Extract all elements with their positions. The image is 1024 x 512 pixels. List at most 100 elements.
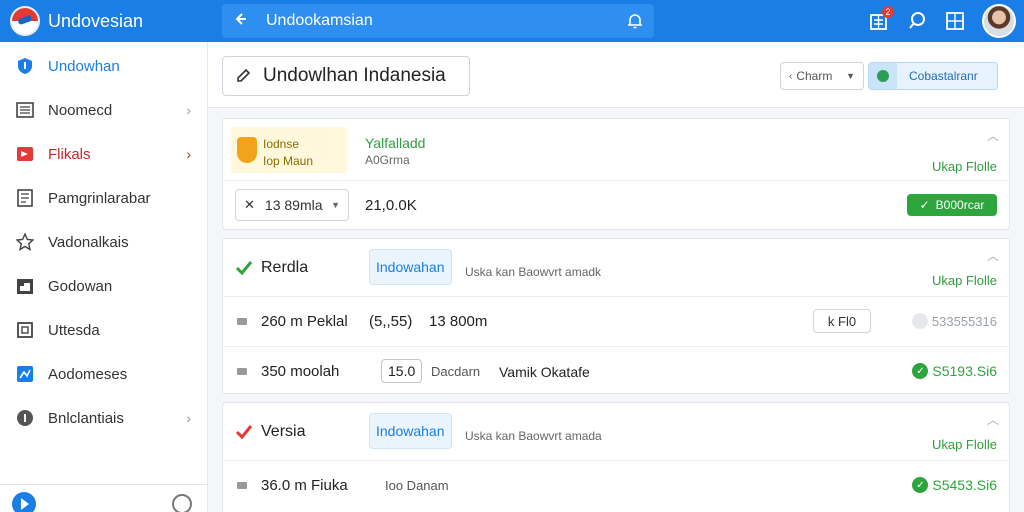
notifications-icon[interactable]: 2 xyxy=(868,6,894,32)
row-bullet-icon xyxy=(237,368,247,375)
brand-logo-icon xyxy=(10,6,40,36)
document-icon xyxy=(16,189,34,207)
help-icon[interactable] xyxy=(172,494,192,512)
calendar-icon xyxy=(16,277,34,295)
badge-box: Iodnse Iop Maun xyxy=(231,127,347,173)
sidebar-item-bnlclantiais[interactable]: Bnlclantiais › xyxy=(0,396,207,440)
row-status-text: 533555316 xyxy=(931,313,997,329)
square-icon xyxy=(16,321,34,339)
status-text: Ukap Flolle xyxy=(931,159,997,174)
play-icon[interactable] xyxy=(12,492,36,512)
select-prefix-icon: ‹ xyxy=(789,70,793,82)
sidebar-item-label: Pamgrinlarabar xyxy=(48,189,151,207)
notification-badge: 2 xyxy=(882,6,894,18)
sidebar-item-label: Vadonalkais xyxy=(48,233,129,251)
card-title: Versia xyxy=(261,423,306,440)
row-boxed-value: 15.0 xyxy=(381,359,423,383)
flag-icon xyxy=(16,145,34,163)
category-pill[interactable]: Indowahan xyxy=(369,413,452,449)
row-extra: Vamik Okatafe xyxy=(499,364,590,380)
row-bullet-icon xyxy=(237,482,247,489)
row-action-button[interactable]: k Fl0 xyxy=(813,309,871,333)
grid-icon[interactable] xyxy=(944,10,966,32)
card-subtext: Uska kan Baowvrt amada xyxy=(465,429,602,443)
bell-icon[interactable] xyxy=(626,12,644,30)
search-bar[interactable]: Undookamsian xyxy=(222,4,654,38)
check-circle-icon xyxy=(912,477,929,493)
confirm-button-label: B000rcar xyxy=(935,198,985,212)
card-row: ✕ 13 89mla ▼ 21,0.0K ✓ B000rcar xyxy=(223,181,1009,231)
row-status-value: 533555316 xyxy=(911,313,997,329)
chevron-right-icon: › xyxy=(186,410,191,426)
card-subtitle: A0Grma xyxy=(365,153,410,167)
chevron-right-icon: › xyxy=(186,146,191,162)
table-row[interactable]: 260 m Peklal (5,,55) 13 800m k Fl0 53355… xyxy=(223,297,1009,347)
sidebar-item-godowan[interactable]: Godowan xyxy=(0,264,207,308)
main-content: Undowlhan Indanesia ‹ Charm ▼ Cobastalra… xyxy=(208,42,1024,512)
row-name: 260 m Peklal xyxy=(261,313,348,330)
confirm-button[interactable]: ✓ B000rcar xyxy=(907,194,997,216)
status-text: Ukap Flolle xyxy=(931,273,997,288)
sidebar-item-aodomeses[interactable]: Aodomeses xyxy=(0,352,207,396)
row-status-value: S5193.Si6 xyxy=(912,363,997,379)
card-header: Iodnse Iop Maun Yalfalladd A0Grma ︿ Ukap… xyxy=(223,119,1009,181)
primary-action-label: Cobastalranr xyxy=(909,69,978,83)
sidebar-item-undowhan[interactable]: Undowhan xyxy=(0,44,207,88)
card-header: Versia Indowahan Uska kan Baowvrt amada … xyxy=(223,403,1009,461)
check-icon xyxy=(235,423,253,441)
back-arrow-icon[interactable] xyxy=(232,11,252,32)
sidebar-item-noomecd[interactable]: Noomecd › xyxy=(0,88,207,132)
row-status-value: S5453.Si6 xyxy=(912,477,997,493)
row-name: 350 moolah xyxy=(261,363,340,380)
filter-select[interactable]: ‹ Charm ▼ xyxy=(780,62,864,90)
sidebar-item-label: Uttesda xyxy=(48,321,100,339)
detail-card: Rerdla Indowahan Uska kan Baowvrt amadk … xyxy=(222,238,1010,394)
row-name: 36.0 m Fiuka xyxy=(261,477,348,494)
sidebar-item-label: Undowhan xyxy=(48,57,120,75)
row-bullet-icon xyxy=(237,318,247,325)
close-icon[interactable]: ✕ xyxy=(244,197,255,213)
image-icon xyxy=(16,365,34,383)
sidebar-item-label: Flikals xyxy=(48,145,91,163)
sidebar-item-pamgrinlarabar[interactable]: Pamgrinlarabar xyxy=(0,176,207,220)
search-icon[interactable] xyxy=(906,10,928,32)
brand[interactable]: Undovesian xyxy=(0,0,208,42)
table-row[interactable]: 350 moolah 15.0 Dacdarn Vamik Okatafe S5… xyxy=(223,347,1009,397)
sidebar-item-label: Bnlclantiais xyxy=(48,409,124,427)
star-icon xyxy=(16,233,34,251)
top-bar: Undovesian Undookamsian 2 xyxy=(0,0,1024,42)
card-title: Rerdla xyxy=(261,259,309,276)
shield-icon xyxy=(16,57,34,75)
page-title-field[interactable]: Undowlhan Indanesia xyxy=(222,56,470,96)
sidebar-item-flikals[interactable]: Flikals › xyxy=(0,132,207,176)
card-subtext: Uska kan Baowvrt amadk xyxy=(465,265,602,279)
summary-card: Iodnse Iop Maun Yalfalladd A0Grma ︿ Ukap… xyxy=(222,118,1010,230)
collapse-chevron-icon[interactable]: ︿ xyxy=(987,411,999,428)
collapse-chevron-icon[interactable]: ︿ xyxy=(987,247,999,264)
sidebar-item-uttesda[interactable]: Uttesda xyxy=(0,308,207,352)
list-icon xyxy=(16,101,34,119)
row-extra: 13 800m xyxy=(429,313,488,330)
table-row[interactable]: 36.0 m Fiuka Ioo Danam S5453.Si6 xyxy=(223,461,1009,511)
top-icons: 2 xyxy=(868,0,1024,42)
card-title: Yalfalladd xyxy=(365,135,426,151)
page-title: Undowlhan Indanesia xyxy=(263,65,446,86)
info-icon xyxy=(16,409,34,427)
caret-down-icon: ▼ xyxy=(331,200,340,210)
user-avatar[interactable] xyxy=(982,4,1016,38)
sidebar: Undowhan Noomecd › Flikals › Pamgrinlara… xyxy=(0,42,208,512)
row-value: (5,,55) xyxy=(369,313,413,330)
quantity-dropdown[interactable]: ✕ 13 89mla ▼ xyxy=(235,189,349,221)
status-text: Ukap Flolle xyxy=(931,437,997,452)
collapse-chevron-icon[interactable]: ︿ xyxy=(987,127,999,144)
badge-shield-icon xyxy=(237,137,257,163)
category-pill[interactable]: Indowahan xyxy=(369,249,452,285)
sidebar-item-vadonalkais[interactable]: Vadonalkais xyxy=(0,220,207,264)
search-title: Undookamsian xyxy=(266,12,373,29)
chevron-right-icon: › xyxy=(186,102,191,118)
caret-down-icon: ▼ xyxy=(846,71,855,81)
row-gray-text: Ioo Danam xyxy=(385,478,449,493)
primary-action-button[interactable]: Cobastalranr xyxy=(868,62,998,90)
edit-pencil-icon[interactable] xyxy=(235,68,251,84)
card-header: Rerdla Indowahan Uska kan Baowvrt amadk … xyxy=(223,239,1009,297)
